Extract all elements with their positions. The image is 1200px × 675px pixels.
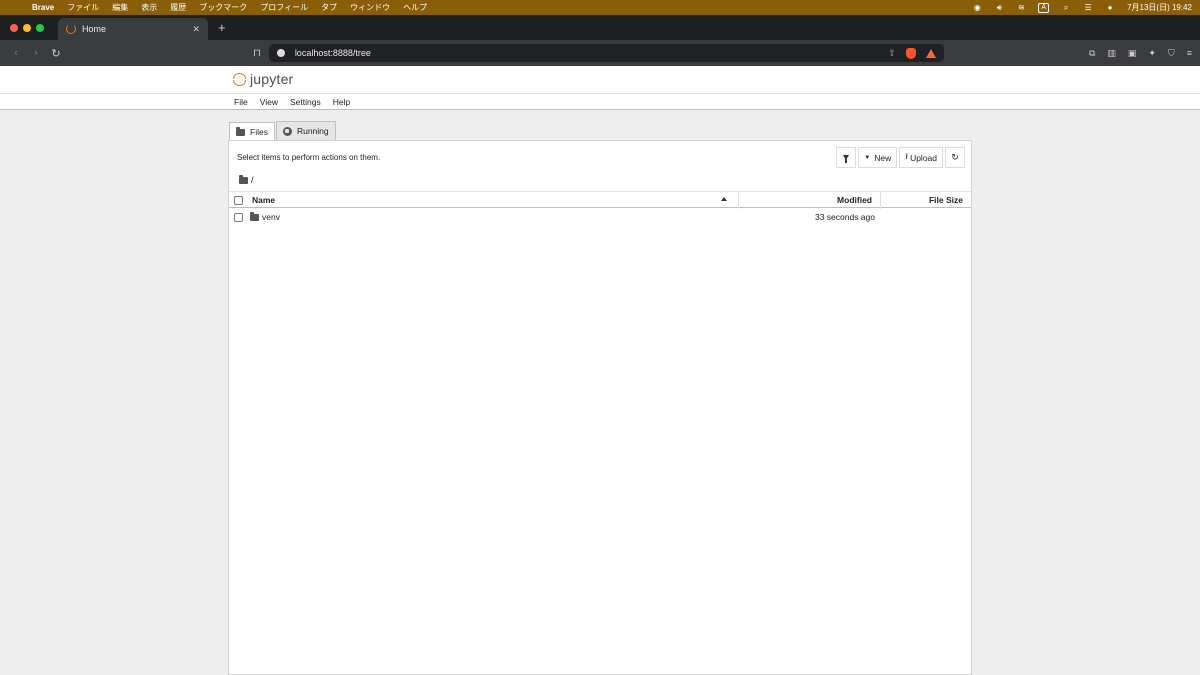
jupyter-logo-icon	[233, 72, 246, 87]
upload-button-label: Upload	[910, 152, 937, 163]
record-icon[interactable]: ◉	[972, 3, 982, 13]
url-text[interactable]: localhost:8888/tree	[295, 48, 888, 58]
zoom-window-button[interactable]	[36, 23, 44, 32]
share-icon[interactable]: ⇪	[888, 48, 896, 59]
column-file-size[interactable]: File Size	[929, 195, 963, 205]
vpn-icon[interactable]: ⛉	[1168, 48, 1175, 59]
menubar-item-file[interactable]: ファイル	[67, 2, 99, 13]
volume-icon[interactable]: 🔊︎	[994, 3, 1004, 13]
menubar-item-help[interactable]: ヘルプ	[403, 2, 427, 13]
caret-down-icon: ▼	[864, 154, 871, 161]
brave-shields-icon[interactable]	[905, 47, 916, 59]
browser-tab-home[interactable]: Home ✕	[58, 18, 208, 40]
menu-file[interactable]: File	[234, 97, 248, 107]
menubar-item-tab[interactable]: タブ	[321, 2, 337, 13]
control-center-icon[interactable]: ☰	[1083, 3, 1093, 13]
bookmark-icon[interactable]: ⊓	[253, 48, 261, 59]
column-resize-handle[interactable]	[738, 192, 739, 209]
menubar-item-profiles[interactable]: プロフィール	[260, 2, 308, 13]
jupyter-logo-text: jupyter	[250, 71, 294, 87]
new-button[interactable]: ▼ New	[858, 147, 898, 168]
menu-settings[interactable]: Settings	[290, 97, 321, 107]
reload-icon[interactable]: ↻	[48, 47, 64, 60]
column-modified[interactable]: Modified	[837, 195, 872, 205]
row-modified: 33 seconds ago	[814, 212, 875, 222]
breadcrumb-root[interactable]: /	[251, 175, 254, 185]
menubar-app-name[interactable]: Brave	[32, 3, 54, 12]
row-checkbox[interactable]	[234, 213, 243, 222]
jupyter-page: jupyter File View Settings Help Files Ru…	[0, 66, 1200, 675]
sidebar-icon[interactable]: ▥	[1107, 48, 1116, 59]
close-icon[interactable]: ✕	[192, 24, 200, 35]
menubar-item-window[interactable]: ウィンドウ	[350, 2, 390, 13]
menubar-item-view[interactable]: 表示	[141, 2, 157, 13]
brave-rewards-icon[interactable]	[925, 48, 936, 58]
browser-toolbar: ‹ › ↻ ⊓ localhost:8888/tree ⇪ ⧉ ▥ ▣ ✦ ⛉ …	[0, 40, 1200, 66]
back-icon[interactable]: ‹	[8, 47, 24, 59]
column-name[interactable]: Name	[252, 195, 275, 205]
listing-header: Name Modified File Size	[229, 191, 971, 209]
menu-help[interactable]: Help	[333, 97, 350, 107]
tab-files-label: Files	[250, 127, 268, 137]
menu-view[interactable]: View	[260, 97, 278, 107]
minimize-window-button[interactable]	[23, 23, 31, 32]
close-window-button[interactable]	[10, 23, 18, 32]
file-browser-tabs: Files Running	[229, 121, 337, 141]
select-all-checkbox[interactable]	[234, 196, 243, 205]
breadcrumb: /	[239, 174, 254, 185]
siri-icon[interactable]: ●	[1105, 3, 1115, 13]
jupyter-favicon-icon	[66, 24, 76, 34]
menubar-item-edit[interactable]: 編集	[112, 2, 128, 13]
running-icon	[282, 126, 292, 136]
forward-icon[interactable]: ›	[28, 47, 44, 59]
browser-tab-title: Home	[82, 24, 107, 34]
new-button-label: New	[874, 152, 892, 163]
selection-hint: Select items to perform actions on them.	[237, 153, 381, 162]
row-name[interactable]: venv	[262, 212, 280, 222]
upload-icon: ⭱	[905, 151, 909, 161]
filter-button[interactable]	[836, 147, 857, 168]
upload-button[interactable]: ⭱ Upload	[899, 147, 943, 168]
refresh-button[interactable]: ↻	[945, 147, 965, 168]
jupyter-menubar: File View Settings Help	[0, 93, 1200, 110]
reader-mode-icon[interactable]: ⧉	[1089, 48, 1095, 59]
menubar-clock[interactable]: 7月13日(日) 19:42	[1127, 2, 1192, 13]
wifi-icon[interactable]: ≋	[1016, 3, 1026, 13]
filter-icon	[843, 155, 850, 163]
new-tab-button[interactable]: +	[218, 15, 226, 40]
folder-icon	[250, 212, 259, 221]
tab-running[interactable]: Running	[275, 121, 336, 140]
file-browser-panel: Select items to perform actions on them.…	[228, 140, 972, 675]
menubar-item-history[interactable]: 履歴	[170, 2, 186, 13]
column-resize-handle[interactable]	[880, 192, 881, 209]
file-actions-toolbar: ▼ New ⭱ Upload ↻	[834, 147, 965, 168]
refresh-icon: ↻	[951, 152, 959, 162]
spotlight-icon[interactable]: ⌕	[1061, 3, 1071, 13]
menubar-item-bookmarks[interactable]: ブックマーク	[199, 2, 247, 13]
jupyter-logo[interactable]: jupyter	[233, 71, 293, 87]
address-bar[interactable]: localhost:8888/tree ⇪	[268, 44, 944, 62]
leo-ai-icon[interactable]: ✦	[1148, 48, 1156, 59]
tab-running-label: Running	[296, 126, 329, 136]
site-info-icon[interactable]	[276, 49, 285, 57]
window-controls	[0, 15, 54, 40]
menu-icon[interactable]: ≡	[1187, 48, 1192, 59]
home-folder-icon[interactable]	[239, 174, 248, 184]
wallet-icon[interactable]: ▣	[1128, 48, 1137, 59]
table-row[interactable]: venv 33 seconds ago	[229, 209, 971, 225]
macos-menubar: Brave ファイル 編集 表示 履歴 ブックマーク プロフィール タブ ウィン…	[0, 0, 1200, 15]
jupyter-header: jupyter	[0, 66, 1200, 93]
input-mode-indicator[interactable]: A	[1038, 2, 1050, 13]
sort-ascending-icon[interactable]	[721, 197, 727, 201]
folder-icon	[236, 126, 245, 136]
browser-tabbar: Home ✕ +	[0, 15, 1200, 40]
tab-files[interactable]: Files	[229, 122, 275, 141]
